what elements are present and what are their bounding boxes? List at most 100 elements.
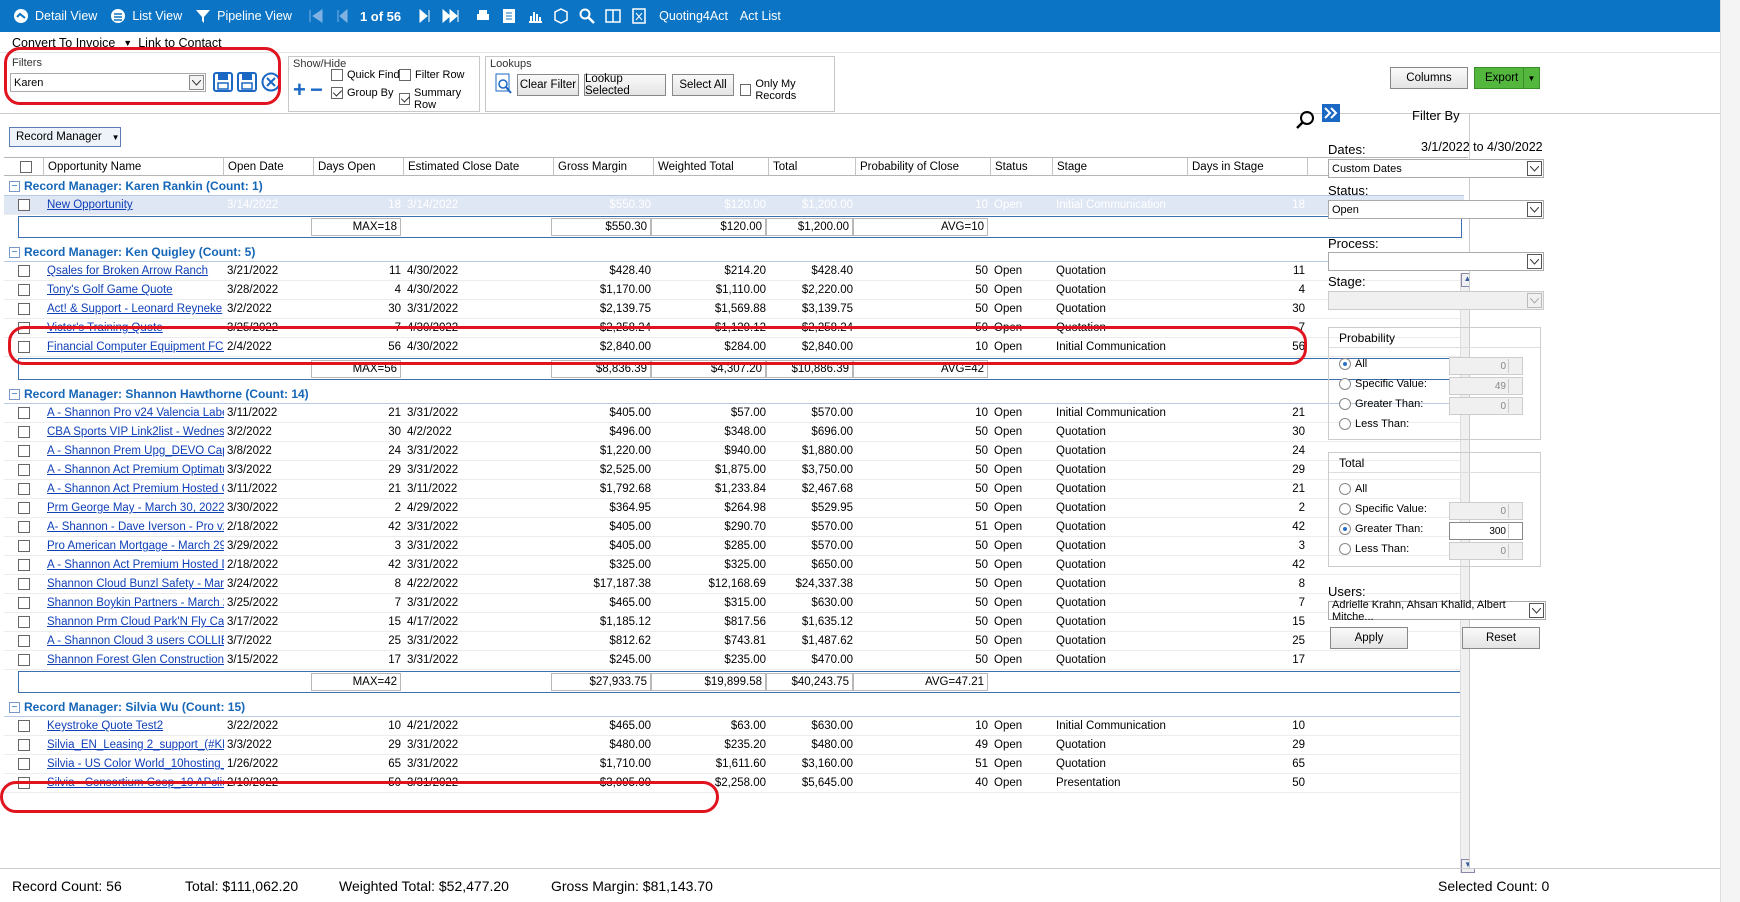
opportunity-link[interactable]: A - Shannon Act Premium Hosted Cle... — [47, 483, 224, 495]
column-header[interactable]: Probability of Close — [856, 158, 991, 175]
row-checkbox-cell[interactable] — [4, 575, 44, 593]
radio-button[interactable] — [1339, 483, 1351, 495]
radio-button[interactable] — [1339, 418, 1351, 430]
radio-button[interactable] — [1339, 378, 1351, 390]
collapse-group-icon[interactable]: − — [9, 388, 20, 400]
stage-combo[interactable] — [1328, 291, 1544, 310]
row-check[interactable] — [18, 654, 30, 666]
table-row[interactable]: New Opportunity 3/14/2022 18 3/14/2022 $550.… — [4, 196, 1464, 215]
row-check[interactable] — [18, 720, 30, 732]
table-row[interactable]: Silvia - US Color World_10hosting_(#...1… — [4, 755, 1464, 774]
row-check[interactable] — [18, 284, 30, 296]
opportunity-link[interactable]: A - Shannon Act Premium Hosted Dav... — [47, 559, 224, 571]
column-header[interactable]: Status — [991, 158, 1053, 175]
opportunity-link[interactable]: Act! & Support - Leonard Reyneke — [47, 303, 222, 315]
table-row[interactable]: A - Shannon Act Premium Hosted Dav...2/1… — [4, 556, 1464, 575]
radio-button[interactable] — [1339, 543, 1351, 555]
select-all-button[interactable]: Select All — [672, 74, 734, 96]
row-check[interactable] — [18, 265, 30, 277]
opportunity-link[interactable]: A - Shannon Act Premium Optimatum ... — [47, 464, 224, 476]
table-row[interactable]: Silvia_EN_Leasing 2_support_(#KEY...3/3/… — [4, 736, 1464, 755]
collapse-group-icon[interactable]: − — [9, 701, 20, 713]
total-specific-input[interactable]: 0 — [1449, 502, 1523, 520]
table-row[interactable]: CBA Sports VIP Link2list - Wednesday...3… — [4, 423, 1464, 442]
first-page-icon[interactable] — [306, 6, 326, 26]
table-row[interactable]: A- Shannon - Dave Iverson - Pro v24...2/… — [4, 518, 1464, 537]
last-page-icon[interactable] — [441, 6, 461, 26]
opportunity-link[interactable]: Prm George May - March 30, 2022_(... — [47, 502, 224, 514]
row-check[interactable] — [18, 464, 30, 476]
expand-icon[interactable]: + — [293, 79, 306, 101]
row-checkbox-cell[interactable] — [4, 736, 44, 754]
row-checkbox-cell[interactable] — [4, 594, 44, 612]
act-list-link[interactable]: Act List — [740, 9, 781, 23]
row-check[interactable] — [18, 521, 30, 533]
summary-row-check[interactable] — [399, 93, 411, 105]
row-check[interactable] — [18, 502, 30, 514]
table-row[interactable]: Qsales for Broken Arrow Ranch 3/21/2022 11… — [4, 262, 1464, 281]
opportunity-link[interactable]: Shannon Cloud Bunzl Safety - March ... — [47, 578, 224, 590]
row-check[interactable] — [18, 483, 30, 495]
table-row[interactable]: Keystroke Quote Test2 3/22/2022 10 4/21/202… — [4, 717, 1464, 736]
total-greater-radio[interactable]: Greater Than: — [1339, 523, 1423, 535]
radio-button[interactable] — [1339, 358, 1351, 370]
column-header[interactable]: Days Open — [314, 158, 404, 175]
chevron-down-icon[interactable] — [1527, 254, 1542, 269]
group-row[interactable]: − Record Manager: Ken Quigley (Count: 5) — [4, 243, 1464, 262]
row-check[interactable] — [18, 578, 30, 590]
group-by-record-manager-button[interactable]: Record Manager ▼ — [9, 127, 121, 147]
row-check[interactable] — [18, 758, 30, 770]
row-checkbox-cell[interactable] — [4, 262, 44, 280]
row-check[interactable] — [18, 445, 30, 457]
table-row[interactable]: Prm George May - March 30, 2022_(...3/30… — [4, 499, 1464, 518]
opportunity-link[interactable]: Silvia - US Color World_10hosting_(#... — [47, 758, 224, 770]
table-row[interactable]: Act! & Support - Leonard Reyneke 3/2/2022… — [4, 300, 1464, 319]
radio-button[interactable] — [1339, 398, 1351, 410]
row-check[interactable] — [18, 559, 30, 571]
row-checkbox-cell[interactable] — [4, 755, 44, 773]
search-grid-icon[interactable] — [1296, 110, 1316, 133]
row-check[interactable] — [18, 739, 30, 751]
prob-specific-radio[interactable]: Specific Value: — [1339, 378, 1427, 390]
table-row[interactable]: Shannon Prm Cloud Park'N Fly Canad...3/1… — [4, 613, 1464, 632]
row-check[interactable] — [18, 407, 30, 419]
group-by-checkbox[interactable]: Group By — [331, 87, 393, 99]
radio-button[interactable] — [1339, 523, 1351, 535]
group-row[interactable]: − Record Manager: Silvia Wu (Count: 15) — [4, 698, 1464, 717]
column-header[interactable]: Estimated Close Date — [404, 158, 554, 175]
prob-all-radio[interactable]: All — [1339, 358, 1367, 370]
total-specific-radio[interactable]: Specific Value: — [1339, 503, 1427, 515]
cube-icon[interactable] — [551, 6, 571, 26]
opportunity-link[interactable]: Keystroke Quote Test2 — [47, 720, 163, 732]
chevron-down-icon[interactable] — [1527, 293, 1542, 308]
column-header[interactable]: Stage — [1053, 158, 1188, 175]
row-checkbox-cell[interactable] — [4, 461, 44, 479]
row-checkbox-cell[interactable] — [4, 632, 44, 650]
row-checkbox-cell[interactable] — [4, 281, 44, 299]
bar-chart-icon[interactable] — [525, 6, 545, 26]
export-button[interactable]: Export ▼ — [1474, 67, 1540, 89]
row-checkbox-cell[interactable] — [4, 480, 44, 498]
detail-view-button[interactable]: Detail View — [12, 7, 97, 25]
prev-page-icon[interactable] — [332, 6, 352, 26]
opportunity-link[interactable]: Silvia_EN_Leasing 2_support_(#KEY... — [47, 739, 224, 751]
column-header[interactable]: Weighted Total — [654, 158, 769, 175]
excel-icon[interactable] — [629, 6, 649, 26]
table-row[interactable]: A - Shannon Pro v24 Valencia Label - ...… — [4, 404, 1464, 423]
chevron-down-icon[interactable] — [1529, 603, 1544, 618]
opportunity-link[interactable]: Shannon Boykin Partners - March 25,... — [47, 597, 224, 609]
opportunity-link[interactable]: New Opportunity — [47, 199, 133, 211]
row-checkbox-cell[interactable] — [4, 499, 44, 517]
select-all-rows-check[interactable] — [19, 160, 32, 173]
reset-button[interactable]: Reset — [1462, 627, 1540, 649]
columns-layout-icon[interactable] — [603, 6, 623, 26]
table-row[interactable]: A - Shannon Act Premium Optimatum ...3/3… — [4, 461, 1464, 480]
table-row[interactable]: Tony's Golf Game Quote 3/28/2022 4 4/30/202… — [4, 281, 1464, 300]
opportunity-link[interactable]: CBA Sports VIP Link2list - Wednesday... — [47, 426, 224, 438]
window-scrollbar[interactable] — [1720, 0, 1740, 902]
row-checkbox-cell[interactable] — [4, 613, 44, 631]
row-checkbox-cell[interactable] — [4, 300, 44, 318]
only-my-records-check[interactable] — [740, 84, 752, 96]
row-checkbox-cell[interactable] — [4, 423, 44, 441]
dates-combo[interactable]: Custom Dates — [1328, 159, 1544, 178]
